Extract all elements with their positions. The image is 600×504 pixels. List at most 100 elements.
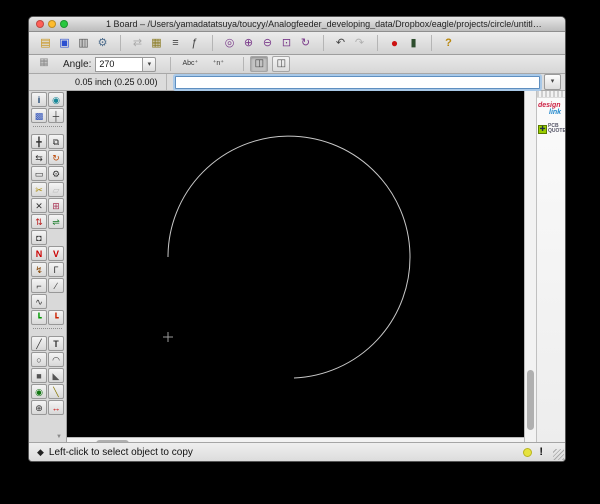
toolbar-separator bbox=[424, 35, 432, 51]
miter-button[interactable]: Γ bbox=[48, 262, 64, 277]
zoom-in-button[interactable]: ⊕ bbox=[240, 35, 257, 51]
panel-drag-handle[interactable] bbox=[537, 91, 565, 98]
toolbar-separator bbox=[237, 57, 244, 71]
sidebar-row: ⇆ ↻ bbox=[31, 150, 64, 165]
design-link-logo-link: link bbox=[549, 109, 564, 116]
cut-button[interactable]: ✂ bbox=[31, 182, 47, 197]
zoom-select-button[interactable]: ⊡ bbox=[278, 35, 295, 51]
show-button[interactable]: ◉ bbox=[48, 92, 64, 107]
sidebar-scroll-down-icon[interactable]: ▼ bbox=[56, 434, 62, 440]
alert-icon[interactable]: ! bbox=[539, 446, 543, 458]
mark-button[interactable]: ┼ bbox=[48, 108, 64, 123]
resize-grip[interactable] bbox=[553, 449, 564, 460]
text-button[interactable]: T bbox=[48, 336, 64, 351]
traffic-light-button[interactable]: ▮ bbox=[405, 35, 422, 51]
pinswap-button[interactable]: ⇅ bbox=[31, 214, 47, 229]
angle-dropdown-icon[interactable]: ▾ bbox=[142, 57, 156, 72]
drc-status-light[interactable] bbox=[523, 448, 532, 457]
zoom-fit-button[interactable]: ◎ bbox=[221, 35, 238, 51]
change-button[interactable]: ⚙ bbox=[48, 166, 64, 181]
angle-combobox[interactable]: 270 bbox=[95, 57, 142, 72]
dimension-button[interactable]: ↔ bbox=[48, 400, 64, 415]
delete-button[interactable]: ✕ bbox=[31, 198, 47, 213]
paste-button[interactable]: ▱ bbox=[48, 182, 64, 197]
sidebar-row: ◉ ╲ bbox=[31, 384, 64, 399]
stop-button[interactable]: ● bbox=[386, 35, 403, 51]
undo-button[interactable]: ↶ bbox=[332, 35, 349, 51]
ripup-button[interactable]: ┗ bbox=[48, 310, 64, 325]
vertical-scroll-thumb[interactable] bbox=[527, 370, 534, 430]
design-link-logo-design: design bbox=[538, 102, 564, 109]
titlebar[interactable]: 1 Board – /Users/yamadatatsuya/toucyy/An… bbox=[29, 17, 565, 32]
print-button[interactable]: ▥ bbox=[75, 35, 92, 51]
minimize-button[interactable] bbox=[48, 20, 56, 28]
hole-button[interactable]: ⊕ bbox=[31, 400, 47, 415]
cam-processor-button[interactable]: ⚙ bbox=[94, 35, 111, 51]
redo-button: ↷ bbox=[351, 35, 368, 51]
view-pane-button-1[interactable]: ◫ bbox=[250, 56, 268, 72]
zoom-out-button[interactable]: ⊖ bbox=[259, 35, 276, 51]
run-ulp-button[interactable]: ƒ bbox=[186, 35, 203, 51]
sidebar-row: ┗ ┗ bbox=[31, 310, 64, 325]
zoom-redraw-button[interactable]: ↻ bbox=[297, 35, 314, 51]
lock-button[interactable]: ◘ bbox=[31, 230, 47, 245]
command-dropdown-icon[interactable]: ▾ bbox=[544, 74, 561, 90]
view-pane-button-2[interactable]: ◫ bbox=[272, 56, 290, 72]
toolbar-separator bbox=[113, 35, 121, 51]
circle-button[interactable]: ○ bbox=[31, 352, 47, 367]
command-line-input[interactable] bbox=[175, 76, 540, 89]
sidebar-row: ◘ bbox=[31, 230, 64, 245]
window-controls bbox=[36, 20, 68, 28]
sidebar-row: ╱ T bbox=[31, 336, 64, 351]
cursor-hint-icon: ◆ bbox=[37, 447, 44, 458]
arc-button[interactable]: ◠ bbox=[48, 352, 64, 367]
display-layers-button[interactable]: ▩ bbox=[31, 108, 47, 123]
split-button[interactable]: ⌐ bbox=[31, 278, 47, 293]
copy-button[interactable]: ⧉ bbox=[48, 134, 64, 149]
pcb-quote-label: PCB QUOTE bbox=[548, 124, 566, 134]
toolbar-separator bbox=[370, 35, 378, 51]
sidebar-row: ✕ ⊞ bbox=[31, 198, 64, 213]
zoom-button[interactable] bbox=[60, 20, 68, 28]
script-button[interactable]: ≡ bbox=[167, 35, 184, 51]
mirror-button[interactable]: ⇆ bbox=[31, 150, 47, 165]
value-button[interactable]: V bbox=[48, 246, 64, 261]
via-button[interactable]: ◉ bbox=[31, 384, 47, 399]
route-button[interactable]: ┗ bbox=[31, 310, 47, 325]
rotate-button[interactable]: ↻ bbox=[48, 150, 64, 165]
add-button[interactable]: ⊞ bbox=[48, 198, 64, 213]
replace-button[interactable]: ⇌ bbox=[48, 214, 64, 229]
wire-button[interactable]: ╱ bbox=[31, 336, 47, 351]
info-button[interactable]: i bbox=[31, 92, 47, 107]
help-button[interactable]: ? bbox=[440, 35, 457, 51]
group-button[interactable]: ▭ bbox=[31, 166, 47, 181]
design-link-panel: design link ✚ PCB QUOTE bbox=[536, 91, 565, 442]
vertical-scrollbar[interactable] bbox=[524, 91, 536, 442]
rotate-step-button[interactable]: ⁺n⁺ bbox=[207, 57, 229, 71]
board-canvas[interactable] bbox=[67, 91, 524, 437]
sidebar-row bbox=[33, 126, 62, 131]
sidebar-row: ▭ ⚙ bbox=[31, 166, 64, 181]
close-button[interactable] bbox=[36, 20, 44, 28]
rect-button[interactable]: ■ bbox=[31, 368, 47, 383]
design-link-logo[interactable]: design link bbox=[538, 102, 564, 116]
spin-text-button[interactable]: Abc⁺ bbox=[179, 57, 201, 71]
signal-button[interactable]: ╲ bbox=[48, 384, 64, 399]
optimize-button[interactable]: ∕ bbox=[48, 278, 64, 293]
sidebar-row: ○ ◠ bbox=[31, 352, 64, 367]
save-button[interactable]: ▣ bbox=[56, 35, 73, 51]
pcb-quote-button[interactable]: ✚ PCB QUOTE bbox=[538, 124, 564, 134]
grid-icon[interactable]: ▦ bbox=[35, 57, 53, 71]
meander-button[interactable]: ∿ bbox=[31, 294, 47, 309]
open-button[interactable]: ▤ bbox=[37, 35, 54, 51]
name-button[interactable]: N bbox=[31, 246, 47, 261]
angle-label: Angle: bbox=[63, 59, 91, 70]
move-button[interactable]: ╋ bbox=[31, 134, 47, 149]
sidebar-row: ■ ◣ bbox=[31, 368, 64, 383]
smash-button[interactable]: ↯ bbox=[31, 262, 47, 277]
sidebar-row: N V bbox=[31, 246, 64, 261]
polygon-button[interactable]: ◣ bbox=[48, 368, 64, 383]
library-use-button[interactable]: ▦ bbox=[148, 35, 165, 51]
circle-arc[interactable] bbox=[168, 136, 410, 378]
origin-cross-marker bbox=[163, 332, 173, 342]
